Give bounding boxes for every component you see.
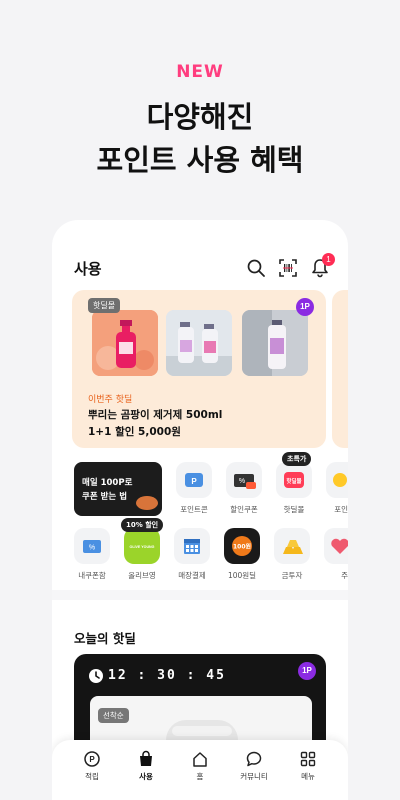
point-badge: 1P <box>298 662 316 680</box>
weekly-hotdeal-card[interactable]: 핫딜몰 1P 이번주 핫딜 뿌리는 곰팡이 제거제 500ml 1+1 할인 5… <box>72 290 326 448</box>
countdown-timer: 12 : 30 : 45 <box>108 668 226 683</box>
heart-icon <box>324 528 348 564</box>
yellow-icon <box>326 462 348 498</box>
deal-price-line: 1+1 할인 5,000원 <box>88 426 181 438</box>
page-title: 사용 <box>74 260 102 278</box>
my-coupon-icon: % <box>74 528 110 564</box>
deal-product-name: 뿌리는 곰팡이 제거제 500ml <box>88 409 223 421</box>
barcode-scan-icon[interactable] <box>278 258 298 278</box>
point-earn-icon: P <box>84 751 100 767</box>
product-image-spray-red <box>92 310 158 376</box>
quick-menu-label: 주 <box>341 571 348 580</box>
nav-item-community[interactable]: 커뮤니티 <box>230 750 278 782</box>
svg-text:핫딜몰: 핫딜몰 <box>286 477 301 485</box>
quick-menu-label: 할인쿠폰 <box>230 505 258 514</box>
svg-text:P: P <box>89 755 95 764</box>
nav-label: 메뉴 <box>301 772 315 781</box>
quick-menu-label: 포인트콘 <box>180 505 208 514</box>
today-hotdeal-title: 오늘의 핫딜 <box>74 631 136 646</box>
oliveyoung-logo-text: OLIVE YOUNG <box>130 545 155 549</box>
oliveyoung-icon: OLIVE YOUNG <box>124 528 160 564</box>
product-image-spray-bathroom <box>242 310 308 376</box>
coupon-icon: % <box>226 462 262 498</box>
promo-new-label: NEW <box>176 62 224 82</box>
special-price-badge: 초특가 <box>282 452 312 466</box>
quick-menu-label: 핫딜몰 <box>283 505 305 514</box>
home-icon <box>193 752 207 767</box>
notification-count-badge: 1 <box>322 253 335 266</box>
coin-bowl-icon <box>136 496 158 510</box>
banner-line1: 매일 100P로 <box>82 478 133 488</box>
nav-label: 커뮤니티 <box>240 772 268 781</box>
hotdeal-mall-tag: 핫딜몰 <box>88 298 121 313</box>
point-badge: 1P <box>296 298 314 316</box>
promo-title-line2: 포인트 사용 혜택 <box>96 143 304 177</box>
nav-item-earn[interactable]: P 적립 <box>68 750 116 782</box>
notification-button[interactable]: 1 <box>310 253 335 278</box>
quick-menu-label: 매장결제 <box>178 571 206 580</box>
store-pay-icon <box>174 528 210 564</box>
nav-item-use[interactable]: 사용 <box>122 750 170 782</box>
quick-menu-label: 내쿠폰함 <box>78 571 106 580</box>
search-icon[interactable] <box>246 258 266 278</box>
quick-menu-label: 올리브영 <box>128 571 156 580</box>
svg-text:%: % <box>239 478 245 485</box>
daily-100p-banner[interactable]: 매일 100P로 쿠폰 받는 법 <box>74 462 162 516</box>
quick-menu-label: 포인 <box>334 505 348 514</box>
nav-label: 사용 <box>139 772 153 781</box>
banner-line2: 쿠폰 받는 법 <box>82 492 128 502</box>
bottom-navigation: P 적립 사용 홈 커뮤니티 메뉴 <box>52 740 348 800</box>
nav-item-menu[interactable]: 메뉴 <box>284 750 332 782</box>
quick-menu-label: 100원딜 <box>227 571 257 580</box>
svg-text:%: % <box>89 545 95 552</box>
hotdeal-icon: 핫딜몰 <box>276 462 312 498</box>
100won-logo-text: 100원 <box>233 543 251 551</box>
product-image-spray-pair <box>166 310 232 376</box>
promo-headline: 다양해진 포인트 사용 혜택 <box>0 96 400 182</box>
next-deal-card-peek[interactable] <box>332 290 348 448</box>
gold-bar-icon <box>274 528 310 564</box>
phone-screen: 사용 1 핫딜몰 1P 이번주 핫딜 뿌리는 곰팡이 제거제 500ml 1+1… <box>52 220 348 800</box>
nav-label: 적립 <box>85 772 99 781</box>
section-divider <box>52 590 348 600</box>
svg-text:P: P <box>191 477 197 486</box>
nav-item-home[interactable]: 홈 <box>176 750 224 782</box>
grid-menu-icon <box>300 751 316 767</box>
quick-menu-label: 금투자 <box>281 571 303 580</box>
100won-icon: 100원 <box>224 528 260 564</box>
point-card-icon: P <box>176 462 212 498</box>
chat-icon <box>246 751 262 767</box>
deal-week-label: 이번주 핫딜 <box>88 395 133 405</box>
promo-title-line1: 다양해진 <box>146 100 254 134</box>
nav-label: 홈 <box>196 772 204 781</box>
app-header: 사용 1 <box>74 253 335 280</box>
first-come-tag: 선착순 <box>98 708 129 723</box>
clock-icon <box>89 669 103 683</box>
discount-badge: 10% 할인 <box>121 518 164 532</box>
shopping-bag-icon <box>140 750 152 766</box>
